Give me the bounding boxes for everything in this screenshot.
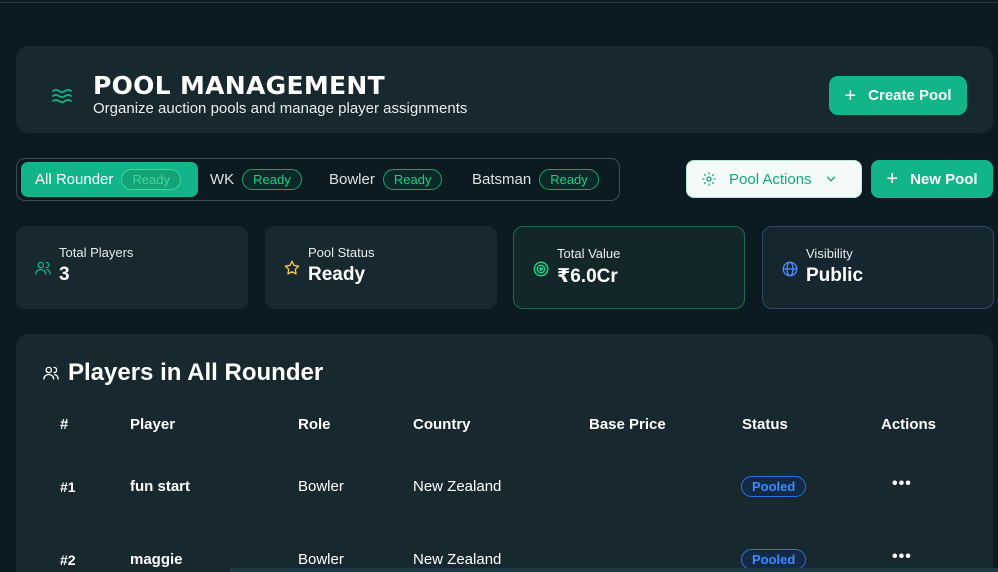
more-actions-icon[interactable]: •••	[892, 548, 912, 566]
status-badge: Ready	[382, 169, 443, 190]
stat-value: Ready	[308, 264, 366, 285]
stat-visibility: Visibility Public	[762, 226, 994, 309]
gear-icon	[702, 172, 716, 186]
stat-label: Pool Status	[308, 245, 375, 260]
stat-label: Total Players	[59, 245, 134, 260]
users-icon	[35, 261, 51, 275]
stat-value: Public	[806, 265, 864, 286]
create-pool-label: Create Pool	[868, 87, 952, 104]
tab-bowler[interactable]: Bowler Ready	[329, 162, 443, 197]
tab-label: WK	[210, 171, 235, 188]
pool-actions-label: Pool Actions	[729, 170, 812, 188]
page-subtitle: Organize auction pools and manage player…	[93, 100, 468, 117]
stat-label: Total Value	[557, 246, 621, 261]
pool-tabs: All Rounder Ready WK Ready Bowler Ready …	[16, 158, 620, 201]
tab-label: All Rounder	[35, 171, 114, 188]
tab-batsman[interactable]: Batsman Ready	[472, 162, 599, 197]
status-badge: Ready	[242, 169, 302, 190]
tab-all-rounder[interactable]: All Rounder Ready	[21, 162, 198, 197]
status-badge: Ready	[121, 169, 181, 190]
stat-label: Visibility	[806, 246, 853, 261]
plus-icon: +	[886, 168, 899, 190]
bottom-scroll-strip	[230, 568, 998, 572]
players-panel: Players in All Rounder # Player Role Cou…	[16, 334, 993, 572]
stat-value: ₹6.0Cr	[557, 266, 618, 287]
status-badge: Pooled	[741, 549, 807, 570]
plus-icon: +	[844, 84, 857, 107]
new-pool-label: New Pool	[910, 170, 978, 188]
players-table-title: Players in All Rounder	[68, 359, 324, 386]
page-title: POOL MANAGEMENT	[93, 71, 385, 100]
column-header-player: Player	[130, 416, 176, 433]
waves-icon	[52, 88, 72, 104]
column-header-base-price: Base Price	[589, 416, 666, 433]
column-header-actions: Actions	[881, 416, 937, 433]
player-country: New Zealand	[413, 551, 502, 568]
tab-label: Bowler	[329, 171, 375, 188]
pool-actions-dropdown[interactable]: Pool Actions	[686, 160, 862, 198]
column-header-role: Role	[298, 416, 331, 433]
star-icon	[284, 260, 300, 275]
stat-value: 3	[59, 264, 70, 285]
player-role: Bowler	[298, 551, 344, 568]
row-number: #1	[60, 479, 76, 495]
tab-label: Batsman	[472, 171, 532, 188]
status-badge: Pooled	[741, 476, 807, 497]
row-number: #2	[60, 552, 76, 568]
globe-icon	[782, 261, 798, 277]
player-name: fun start	[130, 478, 190, 495]
stat-total-value: Total Value ₹6.0Cr	[513, 226, 745, 309]
column-header-number: #	[60, 416, 69, 433]
page-header: POOL MANAGEMENT Organize auction pools a…	[16, 46, 993, 133]
top-divider	[0, 2, 998, 3]
player-name: maggie	[130, 551, 183, 568]
new-pool-button[interactable]: + New Pool	[871, 160, 993, 198]
chevron-down-icon	[826, 176, 835, 182]
target-icon	[533, 261, 549, 277]
player-role: Bowler	[298, 478, 344, 495]
stat-pool-status: Pool Status Ready	[265, 226, 497, 309]
player-country: New Zealand	[413, 478, 502, 495]
tab-wk[interactable]: WK Ready	[210, 162, 302, 197]
more-actions-icon[interactable]: •••	[892, 475, 912, 493]
stat-total-players: Total Players 3	[16, 226, 248, 309]
column-header-status: Status	[742, 416, 788, 433]
status-badge: Ready	[539, 169, 599, 190]
users-icon	[43, 366, 59, 380]
create-pool-button[interactable]: + Create Pool	[829, 76, 967, 115]
column-header-country: Country	[413, 416, 471, 433]
